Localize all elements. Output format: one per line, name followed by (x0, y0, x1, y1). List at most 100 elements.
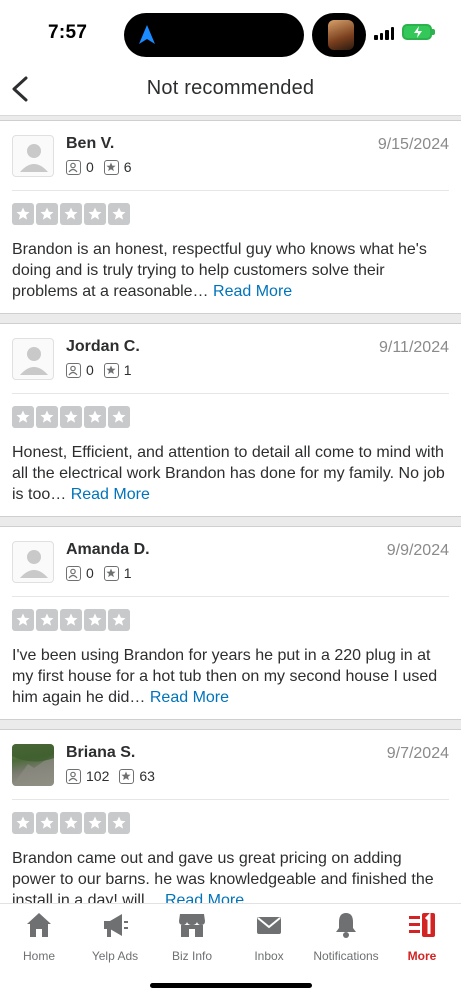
nav-header: Not recommended (0, 62, 461, 116)
divider (12, 190, 449, 191)
friends-count: 0 (86, 362, 94, 378)
tab-label: Inbox (254, 949, 284, 963)
reviews-count: 1 (123, 565, 132, 581)
star-icon (84, 812, 106, 834)
tab-label: Home (22, 949, 55, 963)
review-card: Jordan C. 9/11/2024 0 1 Honest, Efficien… (0, 323, 461, 517)
review-card: Briana S. 9/7/2024 102 63 Brandon came o… (0, 729, 461, 903)
tab-label: More (407, 949, 437, 963)
reviewer-name[interactable]: Amanda D. (66, 541, 150, 559)
star-icon (60, 812, 82, 834)
envelope-icon (257, 917, 281, 934)
divider (12, 596, 449, 597)
bell-icon (336, 913, 356, 938)
reviewer-name[interactable]: Jordan C. (66, 338, 140, 356)
friends-icon (66, 768, 81, 784)
review-count-star-icon (103, 565, 119, 581)
friends-count: 0 (86, 565, 94, 581)
star-icon (36, 406, 58, 428)
reviewer-stats: 0 6 (66, 159, 142, 175)
star-icon (60, 203, 82, 225)
star-icon (36, 812, 58, 834)
friends-icon (66, 565, 81, 581)
read-more-link[interactable]: Read More (165, 892, 244, 903)
live-activity-thumbnail (328, 20, 354, 50)
storefront-icon (179, 914, 205, 937)
star-icon (12, 406, 34, 428)
tab-label: Notifications (313, 949, 379, 963)
reviewer-stats: 0 1 (66, 362, 142, 378)
star-icon (12, 812, 34, 834)
review-text: Brandon is an honest, respectful guy who… (12, 239, 447, 302)
read-more-link[interactable]: Read More (213, 283, 292, 300)
star-icon (84, 203, 106, 225)
friends-icon (66, 362, 81, 378)
cellular-signal-icon (374, 27, 394, 40)
review-count-star-icon (119, 768, 135, 784)
star-rating (12, 609, 130, 631)
reviews-count: 1 (123, 362, 132, 378)
tab-inbox[interactable]: Inbox (229, 910, 309, 970)
reviewer-stats: 0 1 (66, 565, 142, 581)
star-icon (108, 609, 130, 631)
star-icon (36, 609, 58, 631)
star-icon (36, 203, 58, 225)
tab-more[interactable]: More (382, 910, 461, 970)
friends-icon (66, 159, 81, 175)
page-title: Not recommended (146, 77, 315, 99)
home-indicator (150, 983, 312, 988)
divider (12, 799, 449, 800)
star-icon (60, 609, 82, 631)
default-avatar-icon[interactable] (12, 135, 54, 177)
location-arrow-icon (139, 25, 155, 44)
megaphone-icon (104, 914, 128, 937)
review-text: I've been using Brandon for years he put… (12, 645, 447, 708)
user-photo-avatar[interactable] (12, 744, 54, 786)
home-icon (27, 913, 51, 937)
read-more-link[interactable]: Read More (150, 689, 229, 706)
reviews-count: 6 (123, 159, 132, 175)
status-time: 7:57 (48, 22, 88, 43)
status-bar: 7:57 (0, 0, 461, 62)
friends-count: 0 (86, 159, 94, 175)
star-icon (60, 406, 82, 428)
review-date: 9/9/2024 (386, 542, 449, 559)
review-date: 9/11/2024 (379, 339, 449, 356)
review-date: 9/15/2024 (377, 136, 449, 153)
reviewer-name[interactable]: Ben V. (66, 135, 114, 153)
tab-biz-info[interactable]: Biz Info (152, 910, 232, 970)
battery-charging-icon (402, 24, 435, 40)
star-icon (108, 203, 130, 225)
star-icon (108, 812, 130, 834)
star-rating (12, 203, 130, 225)
review-list[interactable]: Ben V. 9/15/2024 0 6 Brandon is an hones… (0, 116, 461, 903)
reviewer-stats: 102 63 (66, 768, 165, 784)
review-text: Brandon came out and gave us great prici… (12, 848, 447, 903)
star-rating (12, 812, 130, 834)
review-count-star-icon (103, 159, 119, 175)
divider (12, 393, 449, 394)
tab-home[interactable]: Home (0, 910, 79, 970)
star-icon (84, 406, 106, 428)
friends-count: 102 (86, 768, 110, 784)
live-activity-indicator (312, 13, 366, 57)
default-avatar-icon[interactable] (12, 541, 54, 583)
review-card: Ben V. 9/15/2024 0 6 Brandon is an hones… (0, 120, 461, 314)
star-icon (108, 406, 130, 428)
reviews-count: 63 (139, 768, 155, 784)
tab-label: Biz Info (171, 949, 213, 963)
dynamic-island (124, 13, 304, 57)
read-more-link[interactable]: Read More (71, 486, 150, 503)
star-icon (12, 609, 34, 631)
review-card: Amanda D. 9/9/2024 0 1 I've been using B… (0, 526, 461, 720)
reviewer-name[interactable]: Briana S. (66, 744, 135, 762)
tab-label: Yelp Ads (91, 949, 139, 963)
star-rating (12, 406, 130, 428)
review-count-star-icon (103, 362, 119, 378)
star-icon (84, 609, 106, 631)
review-date: 9/7/2024 (386, 745, 449, 762)
review-text: Honest, Efficient, and attention to deta… (12, 442, 447, 505)
tab-yelp-ads[interactable]: Yelp Ads (75, 910, 155, 970)
default-avatar-icon[interactable] (12, 338, 54, 380)
tab-notifications[interactable]: Notifications (306, 910, 386, 970)
